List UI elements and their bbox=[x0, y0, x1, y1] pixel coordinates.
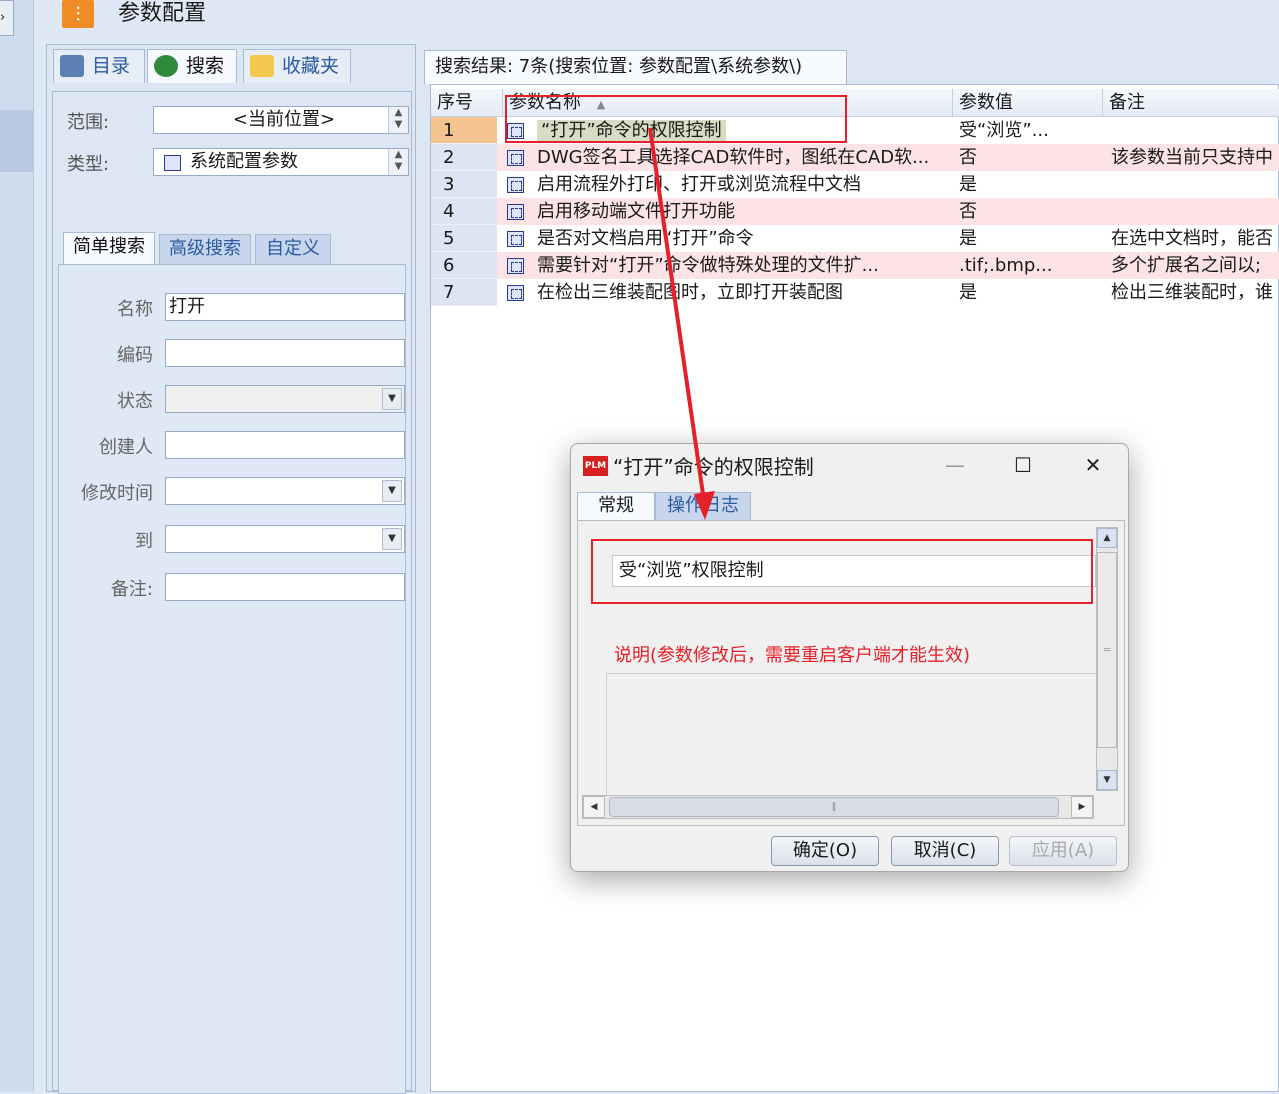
annotation-arrow bbox=[648, 127, 715, 520]
